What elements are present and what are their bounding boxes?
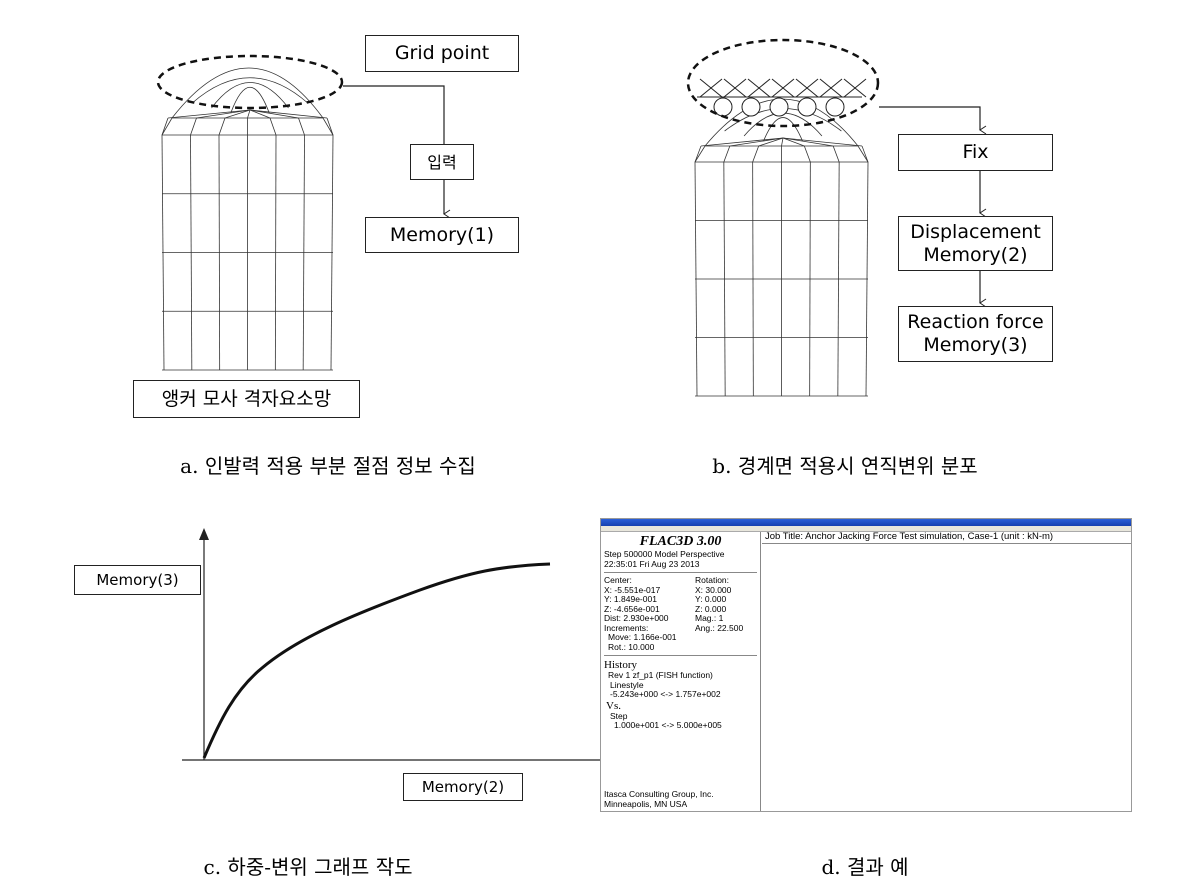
dome-rib — [249, 109, 328, 119]
load-displacement-curve — [202, 562, 551, 759]
grid-point-box: Grid point — [365, 35, 519, 72]
caption-b: b. 경계면 적용시 연직변위 분포 — [712, 454, 978, 478]
figure: 0.00.20.40.60.81.01.21.41.61.02.03.04.05… — [0, 0, 1187, 894]
caption-d: d. 결과 예 — [821, 855, 909, 879]
dome-rib — [218, 117, 226, 136]
info-panel: FLAC3D 3.00 Step 500000 Model Perspectiv… — [601, 532, 761, 811]
fixed-boundary-symbols — [697, 78, 867, 117]
program-title: FLAC3D 3.00 — [639, 534, 722, 549]
roller-support — [797, 97, 817, 117]
footer-location: Minneapolis, MN USA — [604, 798, 688, 809]
dome-rib — [298, 117, 305, 136]
dome-rib — [782, 137, 863, 147]
memory2-label: Memory(2) — [923, 243, 1028, 266]
window-title-bar — [601, 519, 1131, 526]
caption-a: a. 인발력 적용 부분 절점 정보 수집 — [180, 454, 476, 478]
reaction-box: Reaction force Memory(3) — [898, 306, 1053, 362]
dome-rib — [269, 117, 277, 136]
job-title: Job Title: Anchor Jacking Force Test sim… — [762, 532, 1131, 544]
roller-support — [741, 97, 761, 117]
y-axis-arrowhead — [199, 528, 209, 540]
selection-ellipse-a — [156, 54, 344, 110]
time-line: 22:35:01 Fri Aug 23 2013 — [604, 558, 700, 569]
y-axis-label-box: Memory(3) — [74, 565, 201, 595]
dome-rib — [729, 137, 784, 147]
vs-label: Vs. — [606, 699, 621, 712]
connector-b — [879, 106, 987, 135]
roller-support — [825, 97, 845, 117]
step-range: 1.000e+001 <-> 5.000e+005 — [614, 720, 722, 730]
reaction-label: Reaction force — [907, 311, 1044, 333]
dome-rib — [190, 117, 197, 136]
flac3d-window: FLAC3D 3.00 Step 500000 Model Perspectiv… — [600, 518, 1132, 812]
dome-rib — [723, 145, 731, 163]
memory3-label: Memory(3) — [923, 334, 1028, 356]
memory1-box: Memory(1) — [365, 217, 519, 253]
displacement-label: Displacement — [910, 220, 1041, 243]
linestyle-range: -5.243e+000 <-> 1.757e+002 — [610, 689, 721, 699]
dome-rib — [803, 145, 811, 163]
dome-ring — [763, 117, 803, 142]
mesh-label-box: 앵커 모사 격자요소망 — [133, 380, 360, 418]
roller-support — [769, 97, 789, 117]
angle: Ang.: 22.500 — [695, 622, 744, 633]
dome-ring — [211, 82, 289, 109]
input-box: 입력 — [410, 144, 474, 180]
dome-rib — [832, 145, 840, 163]
anchor-mesh-a — [161, 67, 334, 371]
rot-increment: Rot.: 10.000 — [608, 641, 655, 652]
connector-a — [343, 85, 445, 144]
caption-c: c. 하중-변위 그래프 작도 — [203, 855, 413, 879]
dome-rib — [196, 109, 251, 119]
fix-box: Fix — [898, 134, 1053, 171]
displacement-box: Displacement Memory(2) — [898, 216, 1053, 271]
x-axis-label-box: Memory(2) — [403, 773, 523, 801]
dome-rib — [752, 145, 760, 163]
anchor-mesh-b — [694, 98, 869, 397]
dome-rib — [781, 137, 784, 147]
dome-rib — [247, 109, 251, 119]
